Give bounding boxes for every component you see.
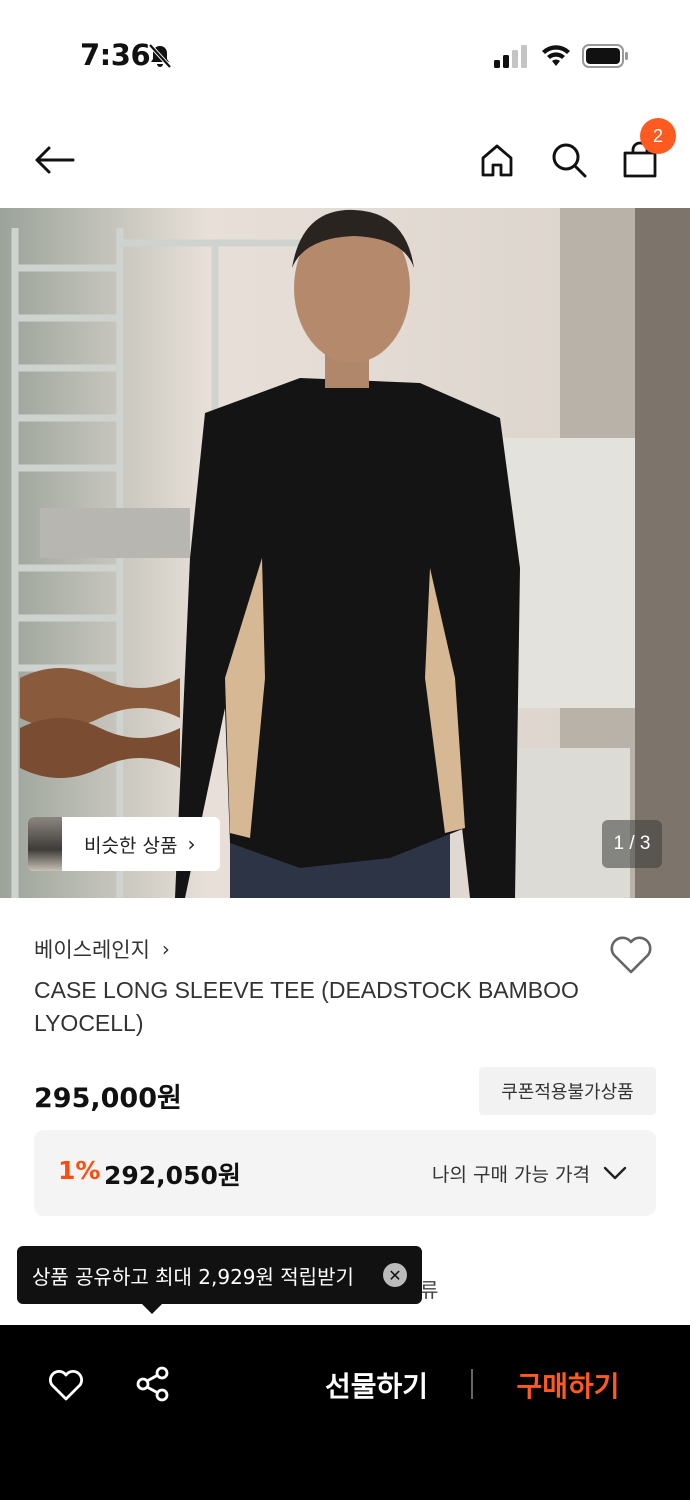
brand-name: 베이스레인지 (34, 938, 150, 962)
similar-thumbnail (28, 817, 62, 871)
similar-products-button[interactable]: 비슷한 상품 › (28, 817, 220, 871)
wifi-icon (542, 45, 570, 66)
back-arrow-icon (35, 146, 75, 174)
chevron-right-icon: › (161, 937, 170, 961)
tooltip-pointer (142, 1304, 162, 1314)
discount-price: 292,050원 (104, 1161, 241, 1190)
bell-off-icon (148, 43, 172, 69)
status-time: 7:36 (80, 38, 151, 72)
image-page-indicator: 1 / 3 (602, 820, 662, 868)
my-price-box[interactable]: 1% 292,050원 나의 구매 가능 가격 (34, 1130, 656, 1216)
close-icon[interactable]: ✕ (383, 1263, 407, 1287)
top-nav (0, 110, 690, 208)
battery-icon (582, 44, 628, 68)
search-icon (552, 143, 587, 178)
status-bar: 7:36 (0, 0, 690, 110)
product-price: 295,000원 (34, 1083, 182, 1114)
coupon-unavailable-badge: 쿠폰적용불가상품 (479, 1067, 656, 1115)
search-button[interactable] (544, 134, 594, 186)
cart-count-badge: 2 (640, 118, 676, 154)
home-button[interactable] (472, 134, 522, 186)
brand-link[interactable]: 베이스레인지 › (34, 934, 170, 964)
chevron-down-icon (603, 1166, 627, 1180)
wishlist-button[interactable] (606, 930, 656, 980)
home-icon (481, 144, 513, 177)
obscured-text: 류 (420, 1278, 439, 1302)
chevron-right-icon: › (187, 832, 196, 856)
discount-rate: 1% (58, 1156, 101, 1185)
bottom-action-bar: 선물하기 구매하기 (0, 1325, 690, 1500)
share-icon[interactable] (134, 1365, 172, 1403)
product-photo (0, 208, 690, 898)
signal-icon (494, 45, 527, 68)
share-reward-tooltip[interactable]: 상품 공유하고 최대 2,929원 적립받기 ✕ (17, 1246, 422, 1304)
gift-button[interactable]: 선물하기 (304, 1361, 449, 1409)
buy-button[interactable]: 구매하기 (494, 1361, 642, 1409)
similar-products-label: 비슷한 상품 (84, 834, 178, 857)
heart-icon (610, 936, 652, 974)
divider (471, 1369, 473, 1399)
back-button[interactable] (28, 134, 80, 186)
heart-icon[interactable] (46, 1365, 86, 1405)
product-title: CASE LONG SLEEVE TEE (DEADSTOCK BAMBOO L… (34, 977, 579, 1036)
my-price-label: 나의 구매 가능 가격 (432, 1164, 590, 1186)
product-image[interactable] (0, 208, 690, 898)
tooltip-text: 상품 공유하고 최대 2,929원 적립받기 (32, 1264, 354, 1289)
